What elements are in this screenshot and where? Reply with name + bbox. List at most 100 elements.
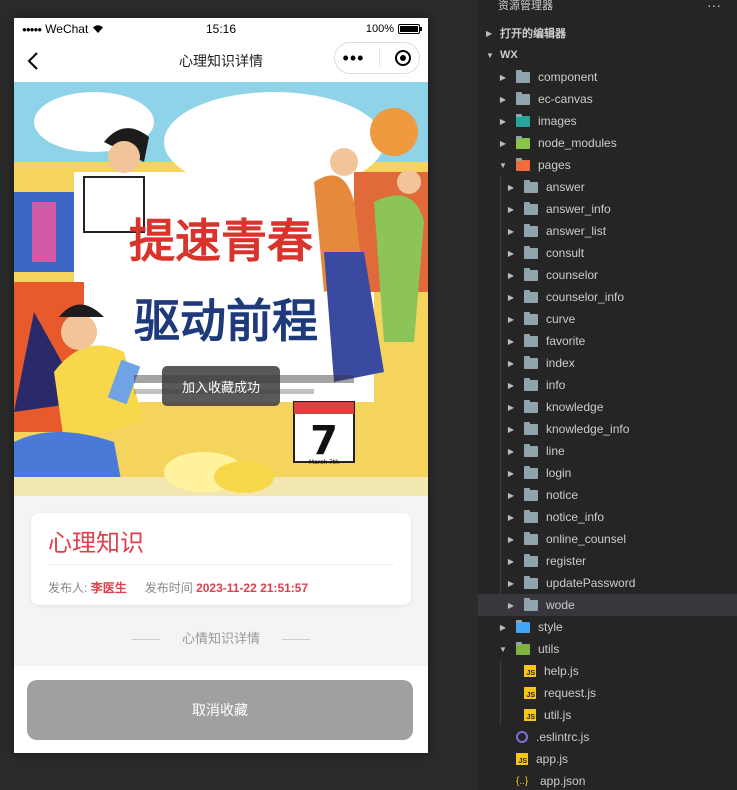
- folder-item[interactable]: ▶ ec-canvas: [478, 88, 737, 110]
- explorer-header: 资源管理器 ···: [478, 0, 737, 13]
- tree-item-label: wode: [546, 598, 575, 612]
- banner-title-line1: 提速青春: [129, 214, 313, 268]
- folder-icon: [524, 399, 538, 413]
- javascript-file-icon: JS: [516, 753, 528, 765]
- navigation-bar: 心理知识详情 •••: [14, 40, 428, 82]
- publisher-label: 发布人:: [48, 581, 88, 595]
- tree-item-label: app.json: [540, 774, 586, 788]
- more-dots-button[interactable]: •••: [343, 49, 365, 67]
- tree-item-label: favorite: [546, 334, 586, 348]
- indent-guide: [500, 506, 501, 528]
- section-heading: 心情知识详情: [14, 628, 428, 647]
- javascript-file-icon: JS: [524, 665, 536, 677]
- folder-item[interactable]: ▶ counselor: [478, 264, 737, 286]
- chevron-right-icon: ▶: [507, 534, 515, 544]
- chevron-down-icon: ▼: [499, 160, 507, 170]
- folder-icon: [524, 487, 538, 501]
- indent-guide: [500, 528, 501, 550]
- folder-item[interactable]: ▶ style: [478, 616, 737, 638]
- folder-icon: [524, 377, 538, 391]
- indent-guide: [500, 594, 501, 616]
- folder-item[interactable]: ▶ knowledge_info: [478, 418, 737, 440]
- tree-item-label: knowledge_info: [546, 422, 630, 436]
- close-miniprogram-button[interactable]: [395, 50, 412, 66]
- tree-item-label: counselor: [546, 268, 599, 282]
- folder-item[interactable]: ▶ curve: [478, 308, 737, 330]
- folder-item[interactable]: ▶ favorite: [478, 330, 737, 352]
- chevron-right-icon: ▶: [499, 94, 507, 104]
- folder-item[interactable]: ▶ knowledge: [478, 396, 737, 418]
- folder-item[interactable]: ▼ pages: [478, 154, 737, 176]
- folder-item[interactable]: ▶ answer: [478, 176, 737, 198]
- phone-screen: ●●●●● WeChat 15:16 100% 心理知识详情 ••• 7 Mar…: [14, 18, 428, 753]
- indent-guide: [500, 308, 501, 330]
- cancel-favorite-button[interactable]: 取消收藏: [27, 680, 413, 740]
- javascript-file-icon: JS: [524, 709, 536, 721]
- file-item[interactable]: {..} app.json: [478, 770, 737, 790]
- file-item[interactable]: .eslintrc.js: [478, 726, 737, 748]
- folder-item[interactable]: ▶ consult: [478, 242, 737, 264]
- folder-item[interactable]: ▶ updatePassword: [478, 572, 737, 594]
- calendar-day: 7: [310, 418, 338, 464]
- indent-guide: [500, 704, 501, 726]
- workspace-root-label: WX: [500, 49, 518, 61]
- chevron-right-icon: ▶: [499, 72, 507, 82]
- tree-item-label: app.js: [536, 752, 569, 766]
- chevron-right-icon: ▶: [507, 578, 515, 588]
- chevron-right-icon: ▶: [507, 380, 515, 390]
- chevron-right-icon: ▶: [499, 622, 507, 632]
- folder-item[interactable]: ▼ utils: [478, 638, 737, 660]
- tree-item-label: pages: [538, 158, 571, 172]
- folder-item[interactable]: ▶ wode: [478, 594, 737, 616]
- folder-item[interactable]: ▶ counselor_info: [478, 286, 737, 308]
- folder-icon: [524, 201, 538, 215]
- indent-guide: [500, 660, 501, 682]
- folder-item[interactable]: ▶ images: [478, 110, 737, 132]
- workspace-root[interactable]: ▼ WX: [478, 44, 737, 66]
- file-item[interactable]: JS app.js: [478, 748, 737, 770]
- folder-icon: [516, 69, 530, 83]
- folder-item[interactable]: ▶ node_modules: [478, 132, 737, 154]
- folder-item[interactable]: ▶ line: [478, 440, 737, 462]
- chevron-right-icon: ▶: [507, 446, 515, 456]
- tree-item-label: answer: [546, 180, 585, 194]
- tree-item-label: style: [538, 620, 563, 634]
- banner-illustration: 7 March 7th 提速青春 驱动前程: [14, 82, 428, 496]
- folder-item[interactable]: ▶ component: [478, 66, 737, 88]
- folder-item[interactable]: ▶ answer_list: [478, 220, 737, 242]
- indent-guide: [500, 264, 501, 286]
- folder-item[interactable]: ▶ login: [478, 462, 737, 484]
- tree-item-label: component: [538, 70, 598, 84]
- folder-item[interactable]: ▶ answer_info: [478, 198, 737, 220]
- tree-item-label: online_counsel: [546, 532, 627, 546]
- folder-icon: [524, 553, 538, 567]
- folder-item[interactable]: ▶ online_counsel: [478, 528, 737, 550]
- more-actions-button[interactable]: ···: [707, 0, 721, 13]
- indent-guide: [500, 352, 501, 374]
- folder-icon: [524, 465, 538, 479]
- indent-guide: [500, 484, 501, 506]
- folder-item[interactable]: ▶ info: [478, 374, 737, 396]
- capsule-menu: •••: [334, 42, 420, 74]
- folder-icon: [524, 443, 538, 457]
- tree-item-label: login: [546, 466, 572, 480]
- chevron-right-icon: ▶: [507, 490, 515, 500]
- chevron-right-icon: ▶: [507, 314, 515, 324]
- chevron-right-icon: ▶: [507, 204, 515, 214]
- folder-item[interactable]: ▶ notice_info: [478, 506, 737, 528]
- chevron-right-icon: ▶: [499, 138, 507, 148]
- open-editors-section[interactable]: ▶ 打开的编辑器: [478, 22, 737, 44]
- file-item[interactable]: JS help.js: [478, 660, 737, 682]
- indent-guide: [500, 198, 501, 220]
- publish-time-value: 2023-11-22 21:51:57: [196, 581, 309, 595]
- publisher-field: 发布人: 李医生: [48, 579, 127, 596]
- chevron-right-icon: ▶: [507, 358, 515, 368]
- folder-item[interactable]: ▶ register: [478, 550, 737, 572]
- calendar-month: March 7th: [309, 459, 339, 466]
- folder-item[interactable]: ▶ notice: [478, 484, 737, 506]
- file-item[interactable]: JS util.js: [478, 704, 737, 726]
- back-button[interactable]: [18, 40, 48, 82]
- folder-item[interactable]: ▶ index: [478, 352, 737, 374]
- file-item[interactable]: JS request.js: [478, 682, 737, 704]
- chevron-right-icon: ▶: [499, 116, 507, 126]
